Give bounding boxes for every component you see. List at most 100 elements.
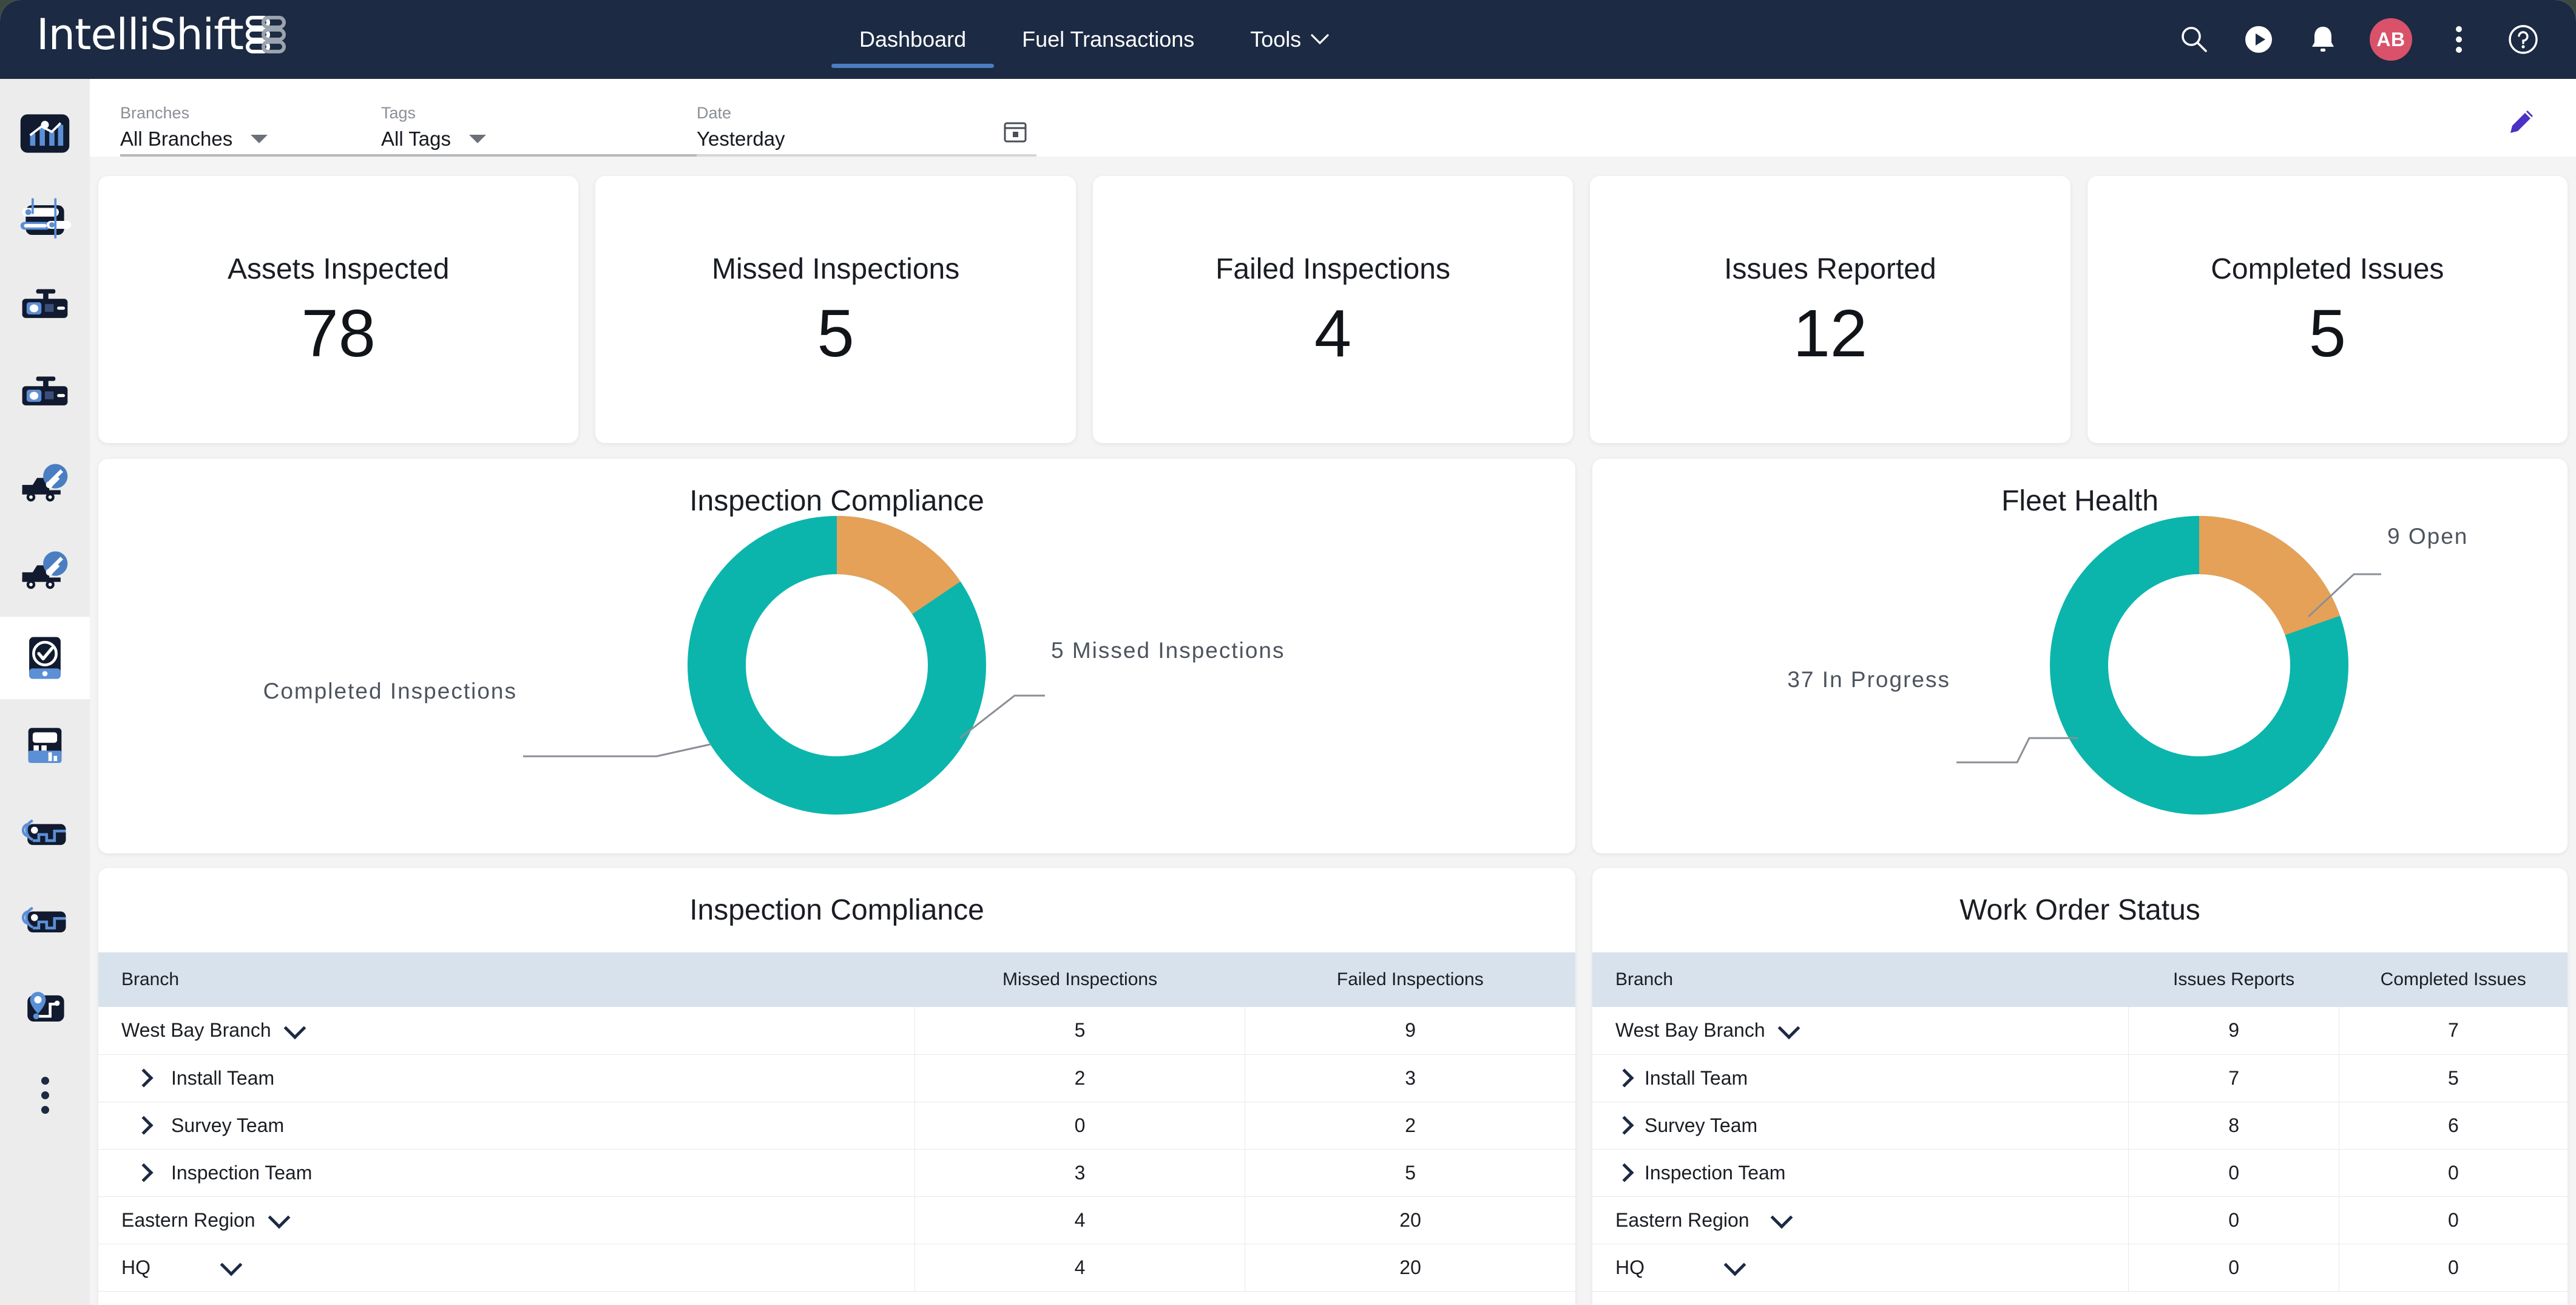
sidebar-item-dashcam[interactable] [0, 267, 90, 350]
sidebar-item-maintenance-2[interactable] [0, 529, 90, 612]
work-order-status-table-card: Work Order Status Branch Issues Reports … [1592, 868, 2568, 1305]
truck-wrench-icon [22, 464, 68, 502]
chevron-right-icon[interactable] [134, 1163, 154, 1182]
chevron-down-icon[interactable] [268, 1206, 290, 1229]
play-circle-icon[interactable] [2241, 22, 2276, 57]
top-navigation-bar: IntelliShift Dashboard Fuel Transactions… [0, 0, 2576, 79]
edit-dashboard-button[interactable] [2506, 105, 2538, 141]
cell-completed: 0 [2338, 1149, 2568, 1197]
kpi-card-completed-issues[interactable]: Completed Issues 5 [2087, 176, 2568, 443]
table-title: Work Order Status [1959, 894, 2200, 926]
calendar-icon[interactable] [1001, 117, 1029, 148]
cell-completed: 5 [2338, 1054, 2568, 1102]
chevron-down-icon [251, 135, 268, 143]
chevron-right-icon[interactable] [134, 1068, 154, 1088]
branch-name: HQ [121, 1256, 150, 1278]
map-pin-route-icon [27, 992, 64, 1022]
inspection-compliance-donut[interactable]: Completed Inspections 5 Missed Inspectio… [98, 495, 1575, 835]
fleet-health-donut[interactable]: 37 In Progress 9 Open [1592, 495, 2575, 835]
tags-filter[interactable]: Tags All Tags [120, 96, 779, 157]
column-header-missed-inspections[interactable]: Missed Inspections [914, 952, 1245, 1007]
chevron-right-icon[interactable] [1615, 1116, 1634, 1135]
table-row[interactable]: Eastern Region 4 20 [98, 1196, 1575, 1244]
callout-label-in-progress: 37 In Progress [1787, 667, 1950, 692]
bell-icon[interactable] [2305, 22, 2341, 57]
main-nav: Dashboard Fuel Transactions Tools [831, 0, 1357, 79]
kpi-card-issues-reported[interactable]: Issues Reported 12 [1590, 176, 2071, 443]
kpi-card-row: Assets Inspected 78 Missed Inspections 5… [90, 176, 2576, 443]
route-signal-icon [21, 906, 66, 933]
column-header-branch[interactable]: Branch [1592, 952, 2129, 1007]
table-row[interactable]: Install Team 7 5 [1592, 1054, 2568, 1102]
nav-item-dashboard[interactable]: Dashboard [831, 0, 995, 79]
cell-failed: 5 [1245, 1149, 1575, 1197]
branch-name: West Bay Branch [1615, 1019, 1765, 1042]
sidebar-item-more[interactable] [0, 1054, 90, 1136]
kpi-card-missed-inspections[interactable]: Missed Inspections 5 [595, 176, 1076, 443]
cell-missed: 3 [914, 1149, 1245, 1197]
avatar[interactable]: AB [2370, 18, 2412, 61]
search-icon[interactable] [2177, 22, 2212, 57]
help-icon[interactable] [2506, 22, 2541, 57]
branches-filter[interactable]: Branches All Branches [120, 96, 351, 157]
chevron-right-icon[interactable] [134, 1116, 154, 1135]
column-header-issues-reports[interactable]: Issues Reports [2128, 952, 2339, 1007]
chevron-down-icon[interactable] [1777, 1017, 1800, 1040]
kebab-menu-icon[interactable] [2441, 22, 2476, 57]
branch-name: Install Team [171, 1066, 275, 1089]
branch-name: Inspection Team [171, 1161, 313, 1184]
table-row[interactable]: Inspection Team 0 0 [1592, 1149, 2568, 1197]
table-row[interactable]: Install Team 2 3 [98, 1054, 1575, 1102]
table-title: Inspection Compliance [689, 894, 984, 926]
kpi-card-failed-inspections[interactable]: Failed Inspections 4 [1092, 176, 1574, 443]
column-header-branch[interactable]: Branch [98, 952, 915, 1007]
chevron-down-icon[interactable] [1723, 1253, 1746, 1276]
cell-completed: 0 [2338, 1244, 2568, 1292]
chevron-right-icon[interactable] [1615, 1163, 1634, 1182]
cell-failed: 3 [1245, 1054, 1575, 1102]
chevron-down-icon [468, 135, 486, 143]
nav-item-tools[interactable]: Tools [1222, 0, 1357, 79]
chevron-down-icon[interactable] [220, 1253, 243, 1276]
column-header-failed-inspections[interactable]: Failed Inspections [1245, 952, 1575, 1007]
table-header-row: Branch Missed Inspections Failed Inspect… [98, 952, 1575, 1007]
sidebar-item-dashboard[interactable] [0, 92, 90, 175]
nav-item-fuel-transactions[interactable]: Fuel Transactions [994, 0, 1222, 79]
table-row[interactable]: HQ 0 0 [1592, 1244, 2568, 1292]
table-row[interactable]: Inspection Team 3 5 [98, 1149, 1575, 1197]
branch-name: Install Team [1645, 1066, 1748, 1089]
sidebar-item-dashcam-2[interactable] [0, 354, 90, 437]
table-row[interactable]: HQ 4 20 [98, 1244, 1575, 1292]
kpi-card-assets-inspected[interactable]: Assets Inspected 78 [98, 176, 579, 443]
chevron-down-icon [1311, 30, 1329, 49]
sidebar-item-inspections[interactable] [0, 617, 90, 699]
pencil-icon [2506, 110, 2538, 140]
kpi-title: Issues Reported [1724, 253, 1936, 285]
sidebar-item-reports[interactable] [0, 704, 90, 787]
fleet-health-chart-card: Fleet Health 37 In Progress 9 Open [1592, 459, 2568, 853]
column-header-completed-issues[interactable]: Completed Issues [2339, 952, 2568, 1007]
avatar-initials: AB [2376, 28, 2405, 50]
date-filter[interactable]: Date Yesterday [697, 96, 1036, 157]
tags-filter-underline [120, 154, 779, 157]
chevron-down-icon[interactable] [1770, 1206, 1793, 1229]
table-row[interactable]: West Bay Branch 5 9 [98, 1007, 1575, 1055]
kpi-title: Missed Inspections [712, 253, 960, 285]
work-order-status-table: Branch Issues Reports Completed Issues W… [1592, 952, 2568, 1292]
table-row[interactable]: Eastern Region 0 0 [1592, 1196, 2568, 1244]
table-row[interactable]: West Bay Branch 9 7 [1592, 1007, 2568, 1055]
brand-logo[interactable]: IntelliShift [36, 10, 288, 59]
kpi-title: Completed Issues [2211, 253, 2444, 285]
sidebar-item-routes[interactable] [0, 791, 90, 874]
cell-missed: 0 [914, 1102, 1245, 1150]
sidebar-item-map[interactable] [0, 966, 90, 1049]
table-row[interactable]: Survey Team 8 6 [1592, 1102, 2568, 1150]
kpi-value: 5 [817, 296, 854, 371]
sidebar-item-asset-tracking[interactable] [0, 180, 90, 262]
chevron-right-icon[interactable] [1615, 1068, 1634, 1088]
sidebar-item-maintenance[interactable] [0, 442, 90, 524]
callout-label-open: 9 Open [2387, 524, 2468, 549]
sidebar-item-routes-2[interactable] [0, 879, 90, 961]
chevron-down-icon[interactable] [283, 1017, 306, 1040]
table-row[interactable]: Survey Team 0 2 [98, 1102, 1575, 1150]
